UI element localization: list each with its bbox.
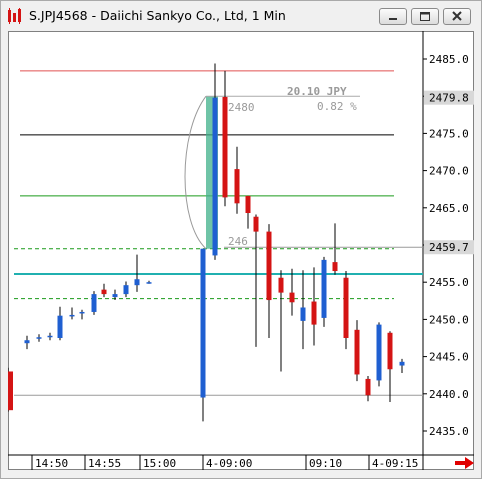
- candle-body[interactable]: [234, 169, 240, 204]
- candle-body[interactable]: [321, 259, 327, 318]
- candle-body[interactable]: [387, 332, 393, 370]
- measure-arc: [184, 95, 207, 250]
- y-tick-label: 2485.0: [429, 53, 469, 66]
- minimize-button[interactable]: [379, 8, 407, 25]
- candle-body[interactable]: [123, 285, 129, 295]
- y-tick-label: 2435.0: [429, 425, 469, 438]
- candle-body[interactable]: [134, 279, 140, 286]
- candle-body[interactable]: [343, 277, 349, 338]
- candle-body[interactable]: [332, 262, 338, 272]
- measure-label-jpy: 20.10 JPY: [287, 85, 347, 98]
- scroll-right-arrow-icon[interactable]: [455, 457, 474, 469]
- candle-body[interactable]: [57, 315, 63, 338]
- y-tick-label: 2440.0: [429, 388, 469, 401]
- candle-body[interactable]: [266, 231, 272, 301]
- chart-window: S.JPJ4568 - Daiichi Sankyo Co., Ltd, 1 M…: [0, 0, 482, 479]
- candle-body[interactable]: [8, 371, 13, 411]
- candle-body[interactable]: [212, 97, 218, 256]
- minimize-icon: [389, 18, 397, 20]
- candle-body[interactable]: [311, 301, 317, 325]
- candle-body[interactable]: [354, 329, 360, 375]
- candle-body[interactable]: [200, 248, 206, 398]
- current-price-label: 2479.8: [429, 92, 469, 105]
- candle-body[interactable]: [91, 294, 97, 312]
- candle-body[interactable]: [289, 292, 295, 303]
- measure-start-label: 2480: [228, 101, 255, 114]
- candle-body[interactable]: [376, 324, 382, 381]
- candle-body[interactable]: [278, 277, 284, 293]
- candle-body[interactable]: [101, 289, 107, 295]
- y-tick-label: 2445.0: [429, 351, 469, 364]
- candle-body[interactable]: [36, 337, 42, 339]
- close-button[interactable]: [443, 8, 471, 25]
- y-tick-label: 2465.0: [429, 202, 469, 215]
- x-tick-label: 4-09:15: [372, 457, 418, 470]
- marker-price-label: 2459.7: [429, 241, 469, 254]
- chart-app-icon: [8, 8, 21, 24]
- candle-body[interactable]: [399, 361, 405, 366]
- restore-button[interactable]: [411, 8, 439, 25]
- candle-body[interactable]: [365, 378, 371, 396]
- y-tick-label: 2450.0: [429, 313, 469, 326]
- measure-label-pct: 0.82 %: [317, 100, 357, 113]
- candle-body[interactable]: [222, 96, 228, 198]
- y-tick-label: 2475.0: [429, 127, 469, 140]
- candle-body[interactable]: [253, 216, 259, 232]
- close-icon: [452, 11, 462, 21]
- candle-body[interactable]: [69, 314, 75, 317]
- price-chart[interactable]: 2485.02480.02475.02470.02465.02460.02455…: [8, 31, 474, 470]
- candle-body[interactable]: [245, 195, 251, 214]
- candle-body[interactable]: [300, 307, 306, 321]
- candle-body[interactable]: [47, 335, 53, 338]
- candle-body[interactable]: [24, 340, 30, 344]
- y-tick-label: 2455.0: [429, 276, 469, 289]
- title-bar[interactable]: S.JPJ4568 - Daiichi Sankyo Co., Ltd, 1 M…: [1, 1, 481, 30]
- x-tick-label: 09:10: [309, 457, 342, 470]
- x-tick-label: 15:00: [143, 457, 176, 470]
- candle-body[interactable]: [79, 311, 85, 314]
- x-tick-label: 4-09:00: [206, 457, 252, 470]
- window-title: S.JPJ4568 - Daiichi Sankyo Co., Ltd, 1 M…: [29, 8, 286, 23]
- x-tick-label: 14:55: [88, 457, 121, 470]
- x-tick-label: 14:50: [35, 457, 68, 470]
- measure-end-label: 246: [228, 235, 248, 248]
- candle-body[interactable]: [112, 294, 118, 298]
- y-tick-label: 2470.0: [429, 165, 469, 178]
- restore-icon: [420, 12, 430, 21]
- candle-body[interactable]: [146, 282, 152, 284]
